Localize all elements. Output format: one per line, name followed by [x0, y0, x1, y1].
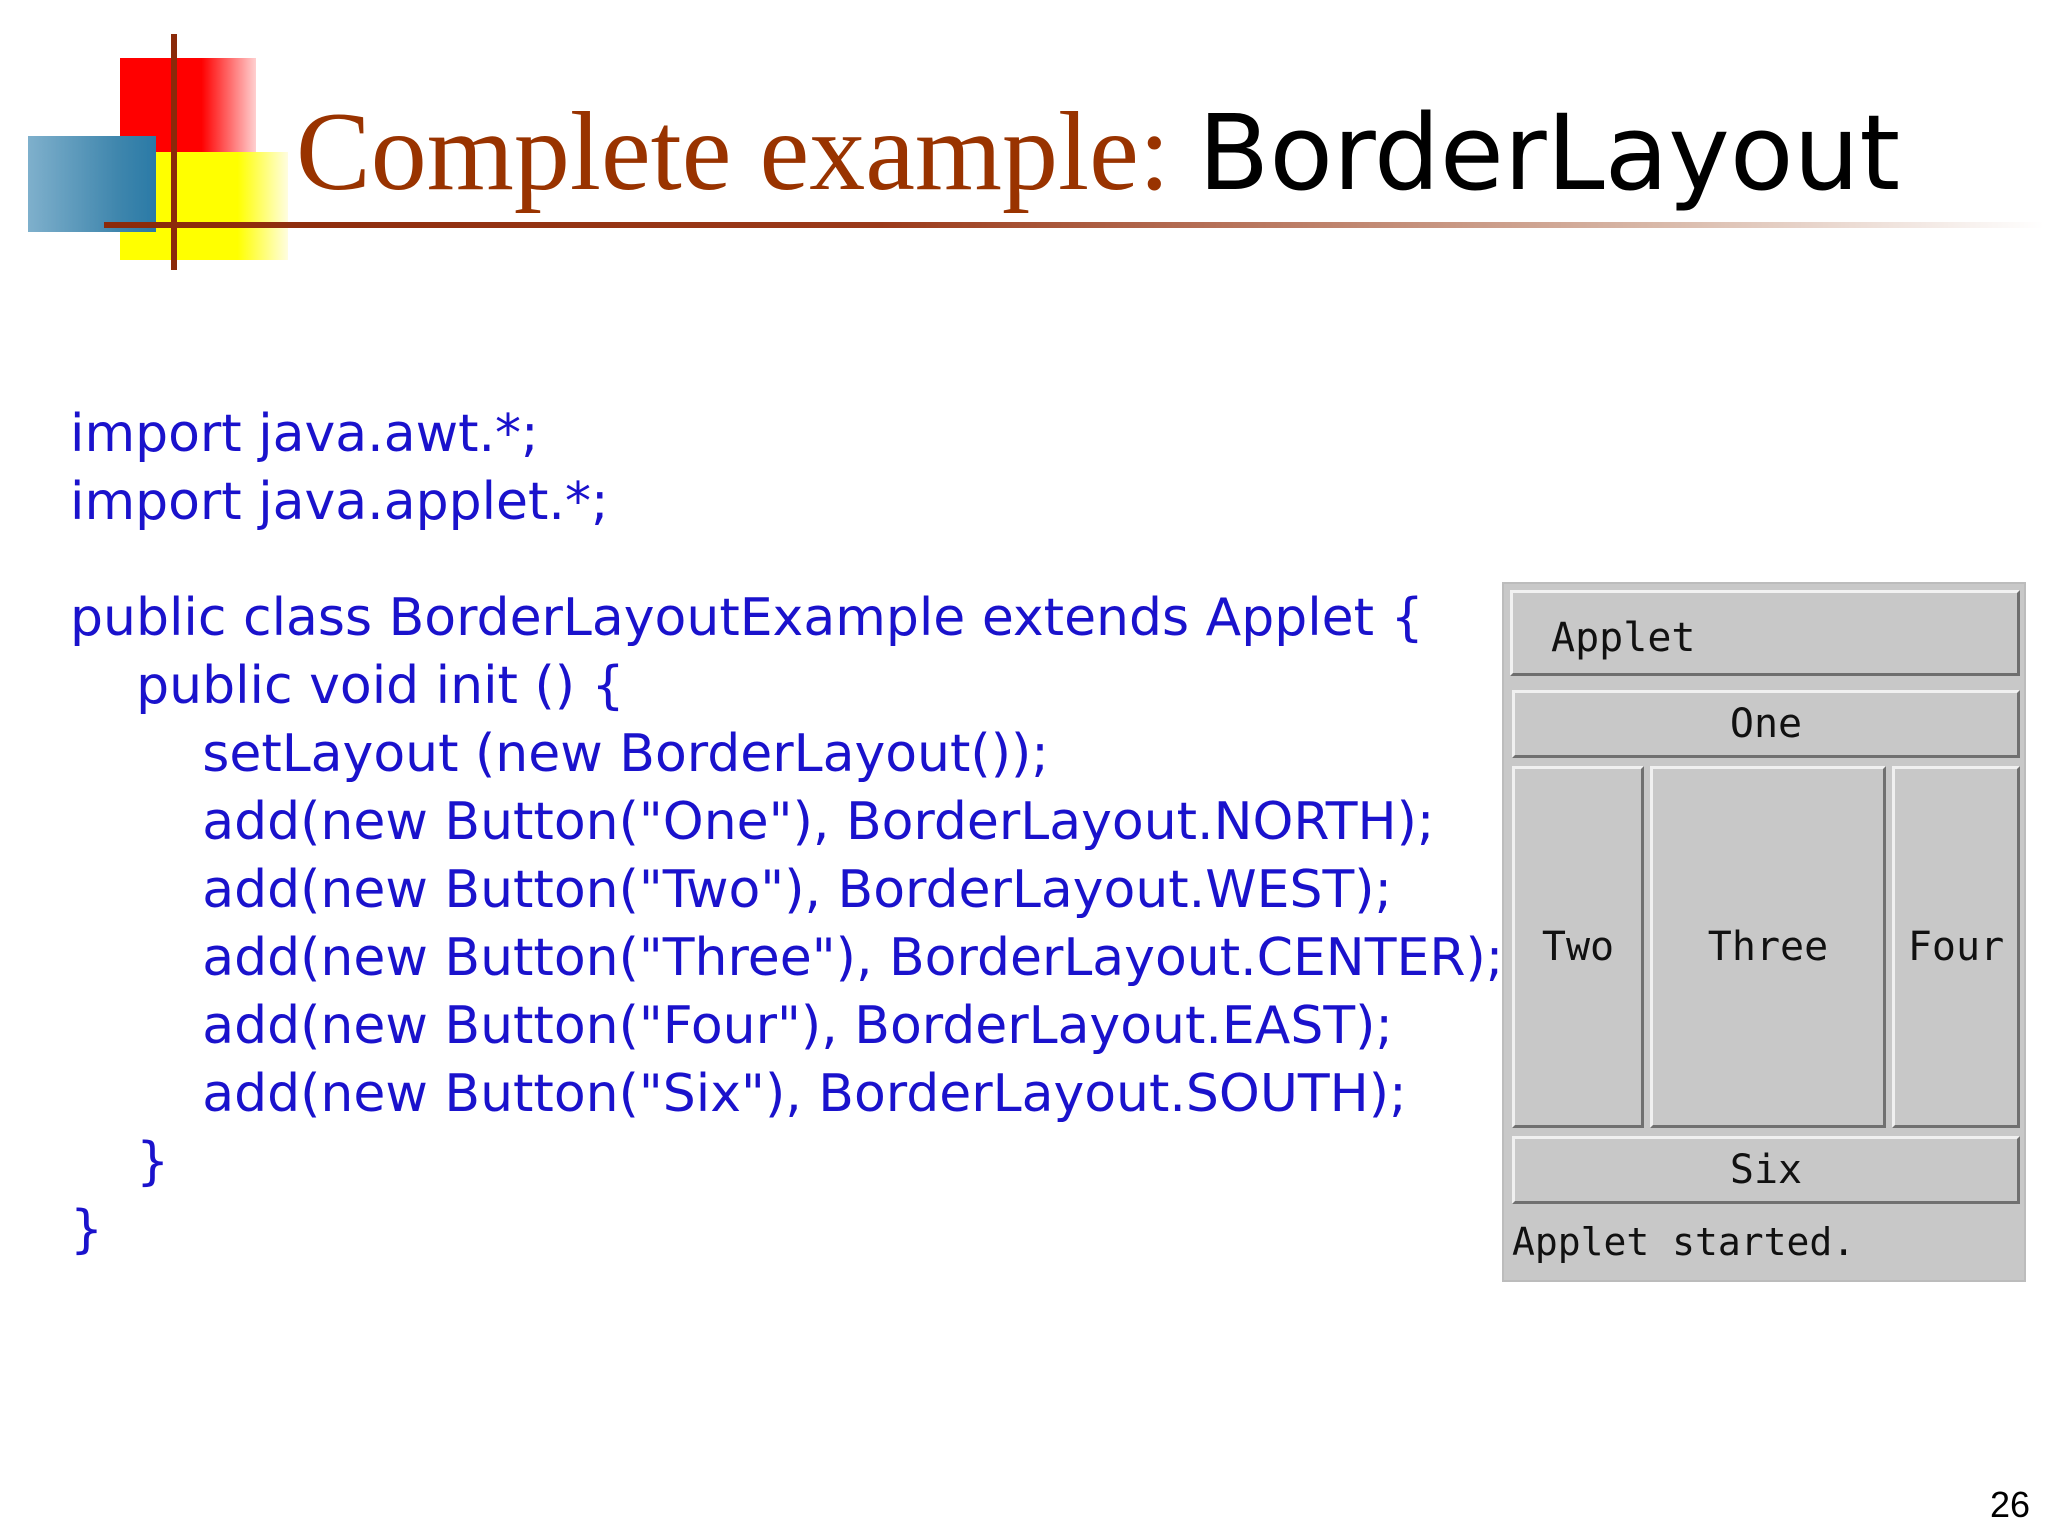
code-line: }	[70, 1132, 170, 1192]
applet-title-bar: Applet	[1510, 590, 2020, 676]
slide: Complete example: BorderLayout import ja…	[0, 0, 2048, 1536]
button-two-west[interactable]: Two	[1512, 766, 1644, 1128]
code-line: public void init () {	[70, 656, 625, 716]
button-six-south[interactable]: Six	[1512, 1136, 2020, 1204]
code-line: add(new Button("Six"), BorderLayout.SOUT…	[70, 1064, 1407, 1124]
logo-blue-square	[28, 136, 156, 232]
code-line: add(new Button("One"), BorderLayout.NORT…	[70, 792, 1435, 852]
code-line: add(new Button("Three"), BorderLayout.CE…	[70, 928, 1504, 988]
applet-title: Applet	[1551, 615, 1696, 661]
applet-window-screenshot: Applet One Two Three Four Six Applet sta…	[1502, 582, 2026, 1282]
slide-title-prefix: Complete example:	[296, 90, 1198, 214]
code-line: add(new Button("Two"), BorderLayout.WEST…	[70, 860, 1393, 920]
page-number: 26	[1989, 1484, 2030, 1525]
button-one-north[interactable]: One	[1512, 690, 2020, 758]
logo-vertical-line	[171, 34, 177, 270]
code-line: setLayout (new BorderLayout());	[70, 724, 1049, 784]
title-underline	[104, 222, 2044, 228]
code-line: add(new Button("Four"), BorderLayout.EAS…	[70, 996, 1393, 1056]
slide-title-keyword: BorderLayout	[1197, 92, 1901, 214]
code-line: import java.applet.*;	[70, 472, 609, 532]
code-line: }	[70, 1200, 104, 1260]
slide-title: Complete example: BorderLayout	[296, 96, 1900, 208]
code-line: public class BorderLayoutExample extends…	[70, 588, 1424, 648]
applet-status-text: Applet started.	[1512, 1220, 1856, 1264]
code-imports: import java.awt.*; import java.applet.*;	[70, 400, 608, 536]
code-class-body: public class BorderLayoutExample extends…	[70, 584, 1503, 1264]
button-three-center[interactable]: Three	[1650, 766, 1886, 1128]
code-line: import java.awt.*;	[70, 404, 539, 464]
button-four-east[interactable]: Four	[1892, 766, 2020, 1128]
